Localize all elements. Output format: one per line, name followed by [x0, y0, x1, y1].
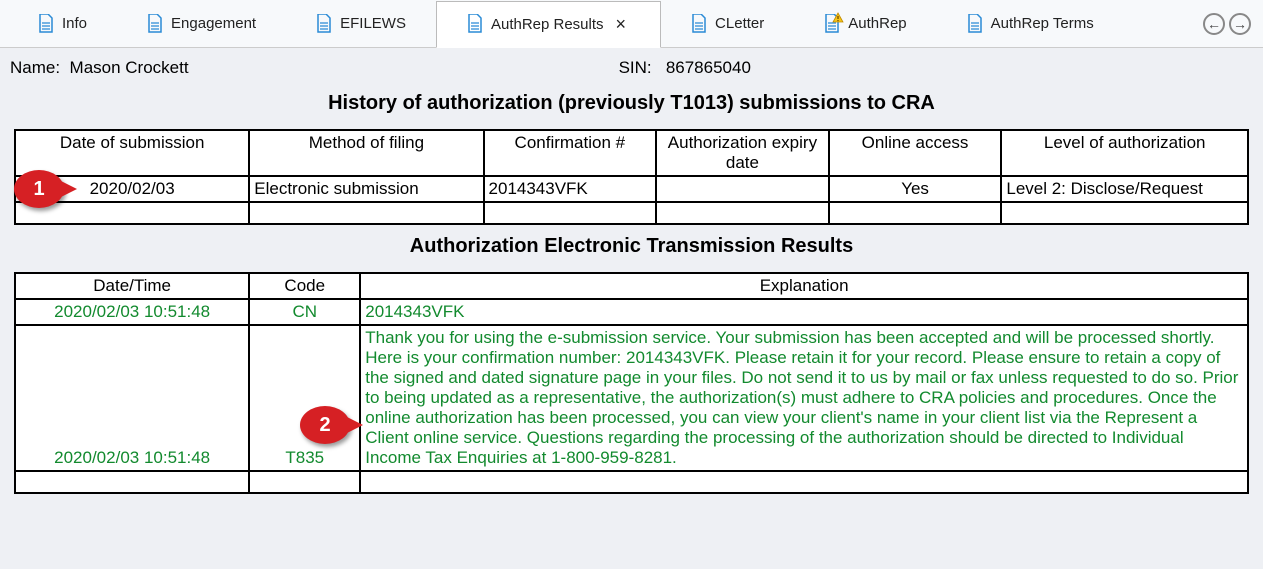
tab-authrep-results[interactable]: AuthRep Results × [436, 1, 661, 48]
cell-datetime: 2020/02/03 10:51:48 [15, 325, 249, 471]
doc-icon [691, 14, 707, 34]
callout-2: 2 [300, 406, 350, 444]
tab-authrep[interactable]: AuthRep [794, 0, 936, 47]
table-row[interactable]: 2020/02/03 Electronic submission 2014343… [15, 176, 1248, 202]
cell-code: T835 [249, 325, 360, 471]
col-expiry: Authorization expiry date [656, 130, 829, 176]
col-method: Method of filing [249, 130, 483, 176]
tab-efilews[interactable]: EFILEWS [286, 0, 436, 47]
results-table: Date/Time Code Explanation 2020/02/03 10… [14, 272, 1249, 494]
cell-level: Level 2: Disclose/Request [1001, 176, 1248, 202]
col-conf: Confirmation # [484, 130, 657, 176]
doc-icon [316, 14, 332, 34]
tab-label: Info [62, 15, 87, 32]
tab-label: Engagement [171, 15, 256, 32]
doc-icon [967, 14, 983, 34]
cell-conf: 2014343VFK [484, 176, 657, 202]
name-value: Mason Crockett [70, 58, 189, 78]
col-code: Code [249, 273, 360, 299]
cell-expiry [656, 176, 829, 202]
nav-back-button[interactable]: ← [1203, 13, 1225, 35]
nav-arrows: ← → [1203, 13, 1251, 35]
tab-label: EFILEWS [340, 15, 406, 32]
tab-label: AuthRep Results [491, 16, 604, 33]
doc-icon [38, 14, 54, 34]
table-row[interactable]: 2020/02/03 10:51:48 CN 2014343VFK [15, 299, 1248, 325]
tab-bar: Info Engagement EFILEWS AuthRep Results … [0, 0, 1263, 48]
callout-1: 1 [14, 170, 64, 208]
cell-online: Yes [829, 176, 1002, 202]
tab-info[interactable]: Info [8, 0, 117, 47]
table-row[interactable] [15, 471, 1248, 493]
doc-warning-icon [824, 14, 840, 34]
nav-forward-button[interactable]: → [1229, 13, 1251, 35]
tab-cletter[interactable]: CLetter [661, 0, 794, 47]
cell-explanation: 2014343VFK [360, 299, 1248, 325]
col-date: Date of submission [15, 130, 249, 176]
cell-code: CN [249, 299, 360, 325]
doc-icon [467, 14, 483, 34]
tab-label: CLetter [715, 15, 764, 32]
col-explanation: Explanation [360, 273, 1248, 299]
callout-number: 1 [33, 178, 44, 201]
cell-datetime: 2020/02/03 10:51:48 [15, 299, 249, 325]
results-title: Authorization Electronic Transmission Re… [0, 235, 1263, 258]
tab-engagement[interactable]: Engagement [117, 0, 286, 47]
close-icon[interactable]: × [612, 14, 631, 35]
name-label: Name: [10, 58, 60, 78]
col-online: Online access [829, 130, 1002, 176]
tab-label: AuthRep [848, 15, 906, 32]
col-datetime: Date/Time [15, 273, 249, 299]
tab-authrep-terms[interactable]: AuthRep Terms [937, 0, 1124, 47]
cell-method: Electronic submission [249, 176, 483, 202]
table-row[interactable] [15, 202, 1248, 224]
table-row[interactable]: 2020/02/03 10:51:48 T835 Thank you for u… [15, 325, 1248, 471]
history-table: Date of submission Method of filing Conf… [14, 129, 1249, 225]
sin-value: 867865040 [666, 58, 751, 77]
meta-row: Name: Mason Crockett SIN: 867865040 [0, 48, 1263, 82]
col-level: Level of authorization [1001, 130, 1248, 176]
doc-icon [147, 14, 163, 34]
history-title: History of authorization (previously T10… [0, 92, 1263, 115]
sin-label: SIN: [619, 58, 652, 77]
tab-label: AuthRep Terms [991, 15, 1094, 32]
cell-explanation: Thank you for using the e-submission ser… [360, 325, 1248, 471]
callout-number: 2 [319, 414, 330, 437]
